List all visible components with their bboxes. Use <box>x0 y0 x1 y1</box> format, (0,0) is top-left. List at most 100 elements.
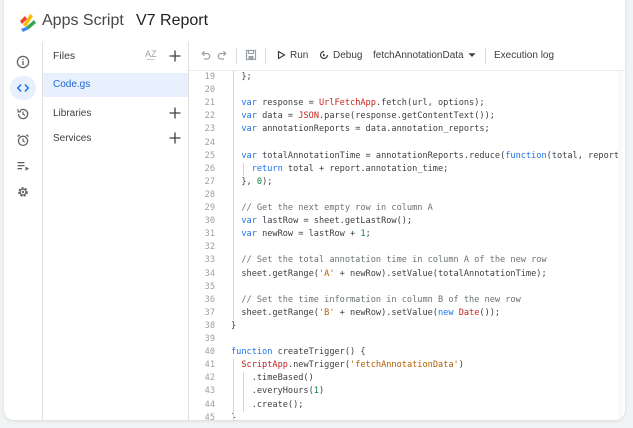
info-icon <box>16 55 30 69</box>
sort-az-button[interactable]: A͟Z <box>145 49 157 59</box>
app-name[interactable]: Apps Script <box>42 12 124 30</box>
code-text[interactable]: // Get the next empty row in column A <box>231 202 432 215</box>
code-line[interactable]: 24 <box>189 137 625 150</box>
save-icon[interactable] <box>244 48 258 62</box>
toolbar-divider <box>236 48 237 64</box>
code-text[interactable]: var totalAnnotationTime = annotationRepo… <box>231 150 625 163</box>
code-line[interactable]: 37 sheet.getRange('B' + newRow).setValue… <box>189 307 625 320</box>
line-number: 30 <box>204 216 215 227</box>
triggers-button[interactable] <box>10 102 36 126</box>
line-number: 38 <box>204 320 215 331</box>
line-number: 26 <box>204 163 215 174</box>
line-number: 45 <box>204 412 215 420</box>
settings-button[interactable] <box>10 180 36 204</box>
line-number: 20 <box>204 85 215 96</box>
code-line[interactable]: 27 }, 0); <box>189 176 625 189</box>
code-text[interactable]: // Set the total annotation time in colu… <box>231 254 546 267</box>
code-line[interactable]: 30 var lastRow = sheet.getLastRow(); <box>189 215 625 228</box>
undo-icon[interactable] <box>198 48 212 62</box>
code-line[interactable]: 36 // Set the time information in column… <box>189 294 625 307</box>
code-text[interactable]: ScriptApp.newTrigger('fetchAnnotationDat… <box>231 359 464 372</box>
code-line[interactable]: 35 <box>189 281 625 294</box>
function-select[interactable]: fetchAnnotationData <box>373 50 464 61</box>
code-editor[interactable]: 19 }; 20 21 var response = UrlFetchApp.fet… <box>189 71 625 420</box>
code-text[interactable]: var lastRow = sheet.getLastRow(); <box>231 215 412 228</box>
code-line[interactable]: 23 var annotationReports = data.annotati… <box>189 123 625 136</box>
apps-script-window: Apps Script V7 Report Files A͟Z Code.gs … <box>4 0 625 420</box>
code-line[interactable]: 19 }; <box>189 71 625 84</box>
code-text[interactable]: .everyHours(1) <box>231 385 324 398</box>
code-line[interactable]: 26 return total + report.annotation_time… <box>189 163 625 176</box>
code-line[interactable]: 22 var data = JSON.parse(response.getCon… <box>189 110 625 123</box>
code-text[interactable]: function createTrigger() { <box>231 346 366 359</box>
code-brackets-icon <box>16 83 30 93</box>
code-line[interactable]: 25 var totalAnnotationTime = annotationR… <box>189 150 625 163</box>
code-line[interactable]: 41 ScriptApp.newTrigger('fetchAnnotation… <box>189 359 625 372</box>
indent-guide <box>233 359 234 420</box>
chevron-down-icon[interactable] <box>467 50 477 60</box>
playlist-icon <box>17 162 29 171</box>
execution-log-button[interactable]: Execution log <box>494 50 554 61</box>
code-line[interactable]: 40 function createTrigger() { <box>189 346 625 359</box>
editor-button[interactable] <box>10 76 36 100</box>
line-number: 27 <box>204 176 215 187</box>
line-number: 36 <box>204 294 215 305</box>
code-text[interactable]: } <box>231 320 236 333</box>
code-text[interactable]: var annotationReports = data.annotation_… <box>231 123 489 136</box>
indent-guide <box>233 71 234 320</box>
executions-button[interactable] <box>10 128 36 152</box>
code-line[interactable]: 32 <box>189 241 625 254</box>
code-line[interactable]: 39 <box>189 333 625 346</box>
code-text[interactable]: sheet.getRange('A' + newRow).setValue(to… <box>231 268 546 281</box>
code-line[interactable]: 33 // Set the total annotation time in c… <box>189 254 625 267</box>
code-text[interactable]: var response = UrlFetchApp.fetch(url, op… <box>231 97 484 110</box>
code-text[interactable]: var data = JSON.parse(response.getConten… <box>231 110 495 123</box>
debug-button[interactable]: Debug <box>333 50 362 61</box>
history-icon <box>17 108 29 120</box>
debug-icon[interactable] <box>318 49 330 61</box>
files-header: Files A͟Z <box>43 44 188 68</box>
add-library-icon[interactable] <box>167 105 183 121</box>
code-line[interactable]: 20 <box>189 84 625 97</box>
code-text[interactable]: }; <box>231 71 251 84</box>
line-number: 39 <box>204 334 215 344</box>
code-text[interactable]: // Set the time information in column B … <box>231 294 520 307</box>
code-line[interactable]: 21 var response = UrlFetchApp.fetch(url,… <box>189 97 625 110</box>
line-number: 35 <box>204 281 215 292</box>
file-name: Code.gs <box>53 79 91 90</box>
line-number: 22 <box>204 111 215 122</box>
code-line[interactable]: 44 .create(); <box>189 399 625 412</box>
code-text[interactable]: return total + report.annotation_time; <box>231 163 449 176</box>
code-line[interactable]: 28 <box>189 189 625 202</box>
redo-icon[interactable] <box>216 48 230 62</box>
line-number: 29 <box>204 203 215 213</box>
code-text[interactable]: sheet.getRange('B' + newRow).setValue(ne… <box>231 307 500 320</box>
editor-toolbar: Run Debug fetchAnnotationData Execution … <box>189 42 625 71</box>
code-text[interactable]: }, 0); <box>231 176 272 189</box>
run-list-button[interactable] <box>10 154 36 178</box>
overview-button[interactable] <box>10 50 36 74</box>
code-text[interactable]: .create(); <box>231 399 304 412</box>
play-icon[interactable] <box>275 49 287 61</box>
line-number: 43 <box>204 386 215 397</box>
apps-script-logo-icon[interactable] <box>17 11 39 33</box>
line-number: 40 <box>204 347 215 358</box>
run-button[interactable]: Run <box>290 50 308 61</box>
code-line[interactable]: 38} <box>189 320 625 333</box>
editor-scrollbar[interactable] <box>618 71 623 420</box>
add-file-icon[interactable] <box>167 48 183 64</box>
add-service-icon[interactable] <box>167 130 183 146</box>
code-line[interactable]: 34 sheet.getRange('A' + newRow).setValue… <box>189 268 625 281</box>
code-line[interactable]: 42 .timeBased() <box>189 372 625 385</box>
code-text[interactable]: var newRow = lastRow + 1; <box>231 228 370 241</box>
project-title[interactable]: V7 Report <box>136 12 208 30</box>
code-line[interactable]: 43 .everyHours(1) <box>189 385 625 398</box>
indent-guide <box>243 162 244 176</box>
line-number: 44 <box>204 399 215 410</box>
line-number: 31 <box>204 229 215 240</box>
code-line[interactable]: 29 // Get the next empty row in column A <box>189 202 625 215</box>
file-item-code-gs[interactable]: Code.gs <box>43 73 188 97</box>
indent-guide <box>243 372 244 412</box>
code-line[interactable]: 45} <box>189 412 625 420</box>
code-line[interactable]: 31 var newRow = lastRow + 1; <box>189 228 625 241</box>
